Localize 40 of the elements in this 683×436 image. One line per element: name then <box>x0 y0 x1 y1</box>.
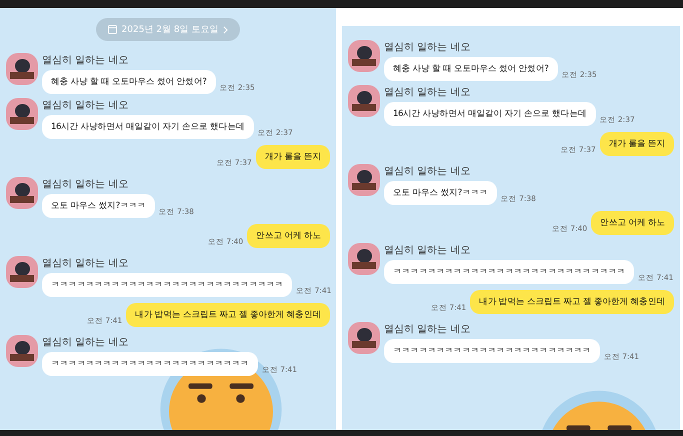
date-label: 2025년 2월 8일 토요일 <box>122 24 218 36</box>
message-bubble: 개가 룰을 뜬지 <box>600 132 674 156</box>
message-bubble: ㅋㅋㅋㅋㅋㅋㅋㅋㅋㅋㅋㅋㅋㅋㅋㅋㅋㅋㅋㅋㅋㅋㅋㅋㅋㅋㅋ <box>42 273 292 297</box>
avatar-icon[interactable] <box>6 335 38 367</box>
sender-name: 열심히 일하는 네오 <box>42 178 130 191</box>
message-bubble: 개가 룰을 뜬지 <box>256 145 330 169</box>
sender-name: 열심히 일하는 네오 <box>42 99 130 112</box>
avatar-icon[interactable] <box>6 256 38 288</box>
calendar-icon <box>108 25 117 34</box>
message-bubble: ㅋㅋㅋㅋㅋㅋㅋㅋㅋㅋㅋㅋㅋㅋㅋㅋㅋㅋㅋㅋㅋㅋㅋ <box>384 339 600 363</box>
sender-name: 열심히 일하는 네오 <box>42 257 130 270</box>
message-bubble: 안쓰고 어케 하노 <box>247 224 330 248</box>
sender-name: 열심히 일하는 네오 <box>384 244 472 257</box>
avatar-icon[interactable] <box>348 322 380 354</box>
sender-name: 열심히 일하는 네오 <box>384 41 472 54</box>
date-chip[interactable]: 2025년 2월 8일 토요일 <box>96 18 240 41</box>
avatar-icon[interactable] <box>348 243 380 275</box>
message-bubble: 내가 밥먹는 스크립트 짜고 젤 좋아한게 혜충인데 <box>126 303 330 327</box>
message-bubble: 내가 밥먹는 스크립트 짜고 젤 좋아한게 혜충인데 <box>470 290 674 314</box>
message-bubble: 혜충 사냥 할 때 오토마우스 썼어 안썼어? <box>384 57 558 81</box>
sender-name: 열심히 일하는 네오 <box>384 165 472 178</box>
sender-name: 열심히 일하는 네오 <box>42 336 130 349</box>
avatar-icon[interactable] <box>6 53 38 85</box>
message-bubble: 오토 마우스 썼지?ㅋㅋㅋ <box>42 194 155 218</box>
sender-name: 열심히 일하는 네오 <box>384 86 472 99</box>
message-bubble: 오토 마우스 썼지?ㅋㅋㅋ <box>384 181 497 205</box>
avatar-icon[interactable] <box>6 98 38 130</box>
avatar-icon[interactable] <box>6 177 38 209</box>
message-bubble: 16시간 사냥하면서 매일같이 자기 손으로 했다는데 <box>384 102 596 126</box>
avatar-icon[interactable] <box>348 85 380 117</box>
message-bubble: ㅋㅋㅋㅋㅋㅋㅋㅋㅋㅋㅋㅋㅋㅋㅋㅋㅋㅋㅋㅋㅋㅋㅋ <box>42 352 258 376</box>
avatar-icon[interactable] <box>348 164 380 196</box>
chevron-right-icon <box>223 26 228 34</box>
message-bubble: 안쓰고 어케 하노 <box>591 211 674 235</box>
avatar-icon[interactable] <box>348 40 380 72</box>
sender-name: 열심히 일하는 네오 <box>42 54 130 67</box>
message-bubble: ㅋㅋㅋㅋㅋㅋㅋㅋㅋㅋㅋㅋㅋㅋㅋㅋㅋㅋㅋㅋㅋㅋㅋㅋㅋㅋㅋ <box>384 260 634 284</box>
message-bubble: 혜충 사냥 할 때 오토마우스 썼어 안썼어? <box>42 70 216 94</box>
sender-name: 열심히 일하는 네오 <box>384 323 472 336</box>
message-bubble: 16시간 사냥하면서 매일같이 자기 손으로 했다는데 <box>42 115 254 139</box>
